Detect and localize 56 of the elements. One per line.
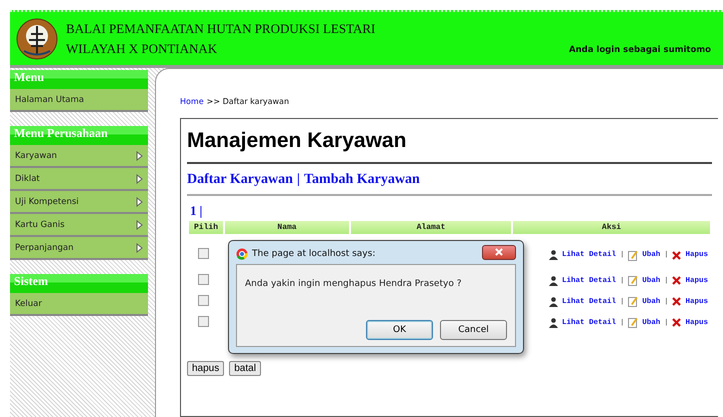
site-title: BALAI PEMANFAATAN HUTAN PRODUKSI LESTARI — [66, 20, 376, 36]
arrow-icon — [136, 220, 143, 230]
pencil-icon — [628, 250, 638, 260]
row-checkbox[interactable] — [198, 274, 209, 284]
breadcrumb-text: >> Daftar karyawan — [206, 97, 290, 106]
pencil-icon — [628, 317, 638, 328]
separator: | — [200, 203, 202, 219]
menu-item[interactable]: Kartu Ganis — [10, 214, 148, 237]
row-checkbox[interactable] — [198, 248, 209, 259]
nav-link[interactable]: Daftar Karyawan — [187, 172, 293, 188]
person-icon — [549, 250, 558, 260]
column-header: Nama — [225, 221, 349, 234]
form-button[interactable]: hapus — [187, 361, 224, 376]
menu-item[interactable]: Uji Kompetensi — [10, 191, 148, 214]
arrow-icon — [136, 196, 143, 206]
menu-item[interactable]: Karyawan — [10, 145, 148, 168]
row-checkbox[interactable] — [198, 294, 209, 306]
column-header: Pilih — [189, 221, 223, 234]
menu-heading: Menu Perusahaan — [10, 126, 148, 145]
form-button[interactable]: batal — [229, 361, 261, 376]
delete-icon — [672, 276, 682, 285]
dialog-button[interactable]: Cancel — [440, 320, 507, 340]
menu-item[interactable]: Perpanjangan — [10, 237, 148, 260]
person-icon — [549, 276, 558, 286]
nav-link[interactable]: Tambah Karyawan — [304, 172, 420, 188]
dialog-message: Anda yakin ingin menghapus Hendra Prasetyo ? — [245, 279, 462, 289]
pencil-icon — [628, 275, 638, 286]
delete-icon — [672, 250, 682, 260]
site-subtitle: WILAYAH X PONTIANAK — [66, 40, 218, 56]
delete-icon — [672, 297, 682, 306]
column-header: Alamat — [351, 221, 511, 234]
menu-item[interactable]: Keluar — [10, 293, 148, 316]
page-title: Manajemen Karyawan — [187, 129, 712, 164]
home-link[interactable]: Home — [180, 97, 204, 106]
pencil-icon — [628, 296, 638, 307]
close-icon — [495, 248, 503, 256]
delete-icon — [672, 318, 682, 327]
menu-item[interactable]: Halaman Utama — [10, 89, 148, 112]
browser-logo-icon — [236, 248, 248, 260]
menu-heading: Menu — [10, 70, 148, 89]
arrow-icon — [136, 150, 143, 160]
separator: | — [296, 172, 300, 188]
close-button[interactable] — [482, 244, 516, 260]
menu-item[interactable]: Diklat — [10, 168, 148, 191]
arrow-icon — [136, 242, 143, 252]
dialog-title: The page at localhost says: — [252, 249, 376, 259]
row-checkbox[interactable] — [198, 316, 209, 326]
login-status: Anda login sebagai sumitomo — [569, 45, 711, 55]
menu-heading: Sistem — [10, 274, 148, 293]
page-link[interactable]: 1 — [190, 203, 196, 219]
arrow-icon — [136, 174, 143, 184]
person-icon — [549, 296, 558, 306]
dialog-button[interactable]: OK — [366, 320, 433, 340]
person-icon — [549, 318, 558, 328]
column-header: Aksi — [513, 221, 710, 234]
tree-logo-icon — [16, 18, 58, 60]
